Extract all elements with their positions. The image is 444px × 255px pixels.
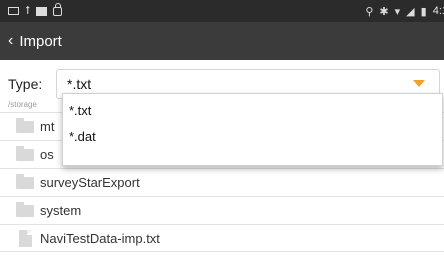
- list-item[interactable]: surveyStarExport: [0, 168, 444, 196]
- app-bar: ‹ Import: [0, 22, 444, 60]
- lock-icon: [53, 2, 63, 16]
- page-title: Import: [19, 32, 62, 50]
- chevron-left-icon: ‹: [8, 32, 14, 49]
- file-name: mt: [40, 119, 55, 134]
- file-name: NaviTestData-imp.txt: [40, 230, 160, 246]
- list-item[interactable]: system: [0, 196, 444, 224]
- status-bar-right: ⚲ ✱ ▾ ◢ ▮ 4:1: [365, 5, 444, 18]
- file-name: surveyStarExport: [40, 175, 140, 190]
- dropdown-option-txt[interactable]: *.txt: [63, 97, 442, 123]
- current-path: /storage: [8, 100, 37, 109]
- type-label: Type:: [8, 76, 43, 92]
- screenshot-icon: [8, 7, 19, 15]
- signal-icon: ◢: [406, 5, 415, 18]
- square-icon: [36, 6, 48, 16]
- type-selected-value: *.txt: [67, 76, 92, 92]
- folder-icon: [16, 146, 34, 161]
- battery-icon: ▮: [420, 5, 427, 18]
- back-button[interactable]: ‹ Import: [8, 33, 62, 50]
- file-name: os: [40, 147, 54, 162]
- bluetooth-icon: ✱: [379, 5, 389, 18]
- status-bar-left: ⭡: [8, 2, 63, 18]
- upload-icon: ⭡: [25, 4, 31, 17]
- status-time: 4:1: [432, 5, 444, 17]
- caret-down-icon: [413, 80, 425, 87]
- list-item[interactable]: NaviTestData-imp.txt: [0, 224, 444, 252]
- type-dropdown-menu: *.txt *.dat: [62, 93, 443, 166]
- folder-icon: [16, 118, 34, 133]
- wifi-icon: ▾: [394, 5, 401, 18]
- folder-icon: [16, 202, 34, 217]
- dropdown-option-dat[interactable]: *.dat: [63, 123, 442, 149]
- location-icon: ⚲: [365, 5, 374, 18]
- file-icon: [19, 230, 32, 247]
- file-name: system: [40, 203, 82, 218]
- folder-icon: [16, 174, 34, 189]
- status-bar: ⭡ ⚲ ✱ ▾ ◢ ▮ 4:1: [0, 0, 444, 22]
